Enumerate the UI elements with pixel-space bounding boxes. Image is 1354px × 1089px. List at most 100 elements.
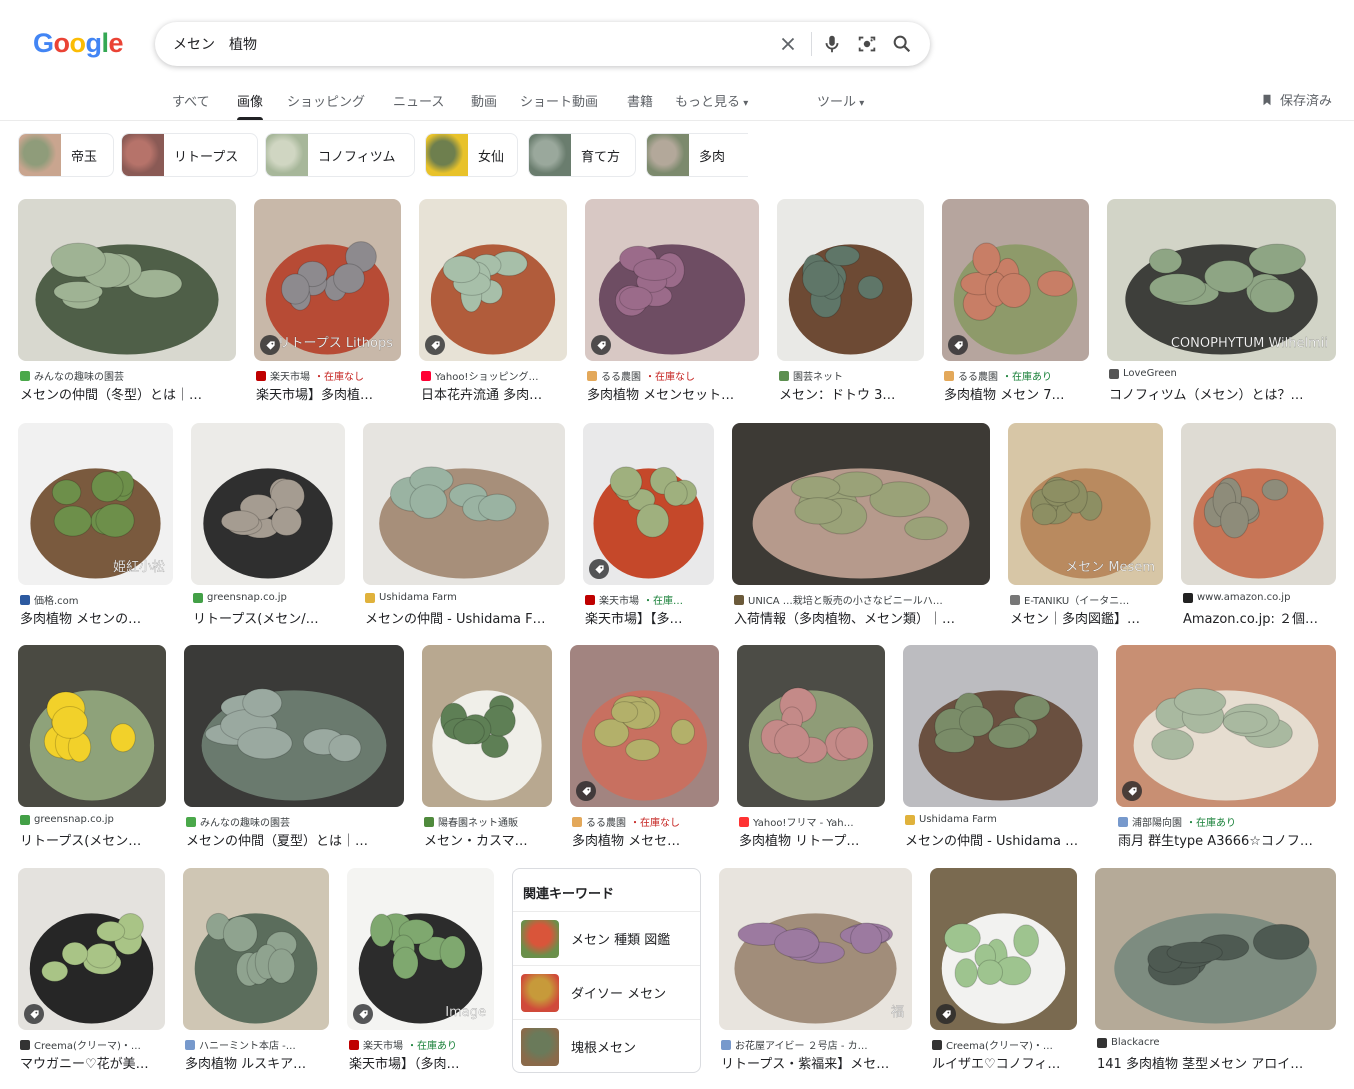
- image-result-thumbnail[interactable]: [419, 199, 567, 361]
- result-title[interactable]: 楽天市場】【多…: [585, 608, 716, 627]
- chip-0[interactable]: 帝玉: [18, 133, 114, 177]
- result-source[interactable]: 園芸ネット: [779, 368, 926, 383]
- image-result-card[interactable]: Blackacre 141 多肉植物 茎型メセン アロイ…: [1095, 868, 1336, 1072]
- result-title[interactable]: 多肉植物 メセンセット…: [587, 384, 761, 403]
- image-result-thumbnail[interactable]: [1181, 423, 1336, 585]
- chip-3[interactable]: 女仙: [425, 133, 518, 177]
- result-title[interactable]: 多肉植物 メセセ…: [572, 830, 721, 849]
- image-result-card[interactable]: 姫紅小松 価格.com 多肉植物 メセンの…: [18, 423, 173, 627]
- image-result-card[interactable]: Ushidama Farm メセンの仲間 - Ushidama …: [903, 645, 1098, 849]
- result-source[interactable]: Yahoo!ショッピング…: [421, 368, 569, 383]
- image-result-card[interactable]: るる農園 ・在庫なし 多肉植物 メセンセット…: [585, 199, 759, 403]
- image-result-card[interactable]: みんなの趣味の園芸 メセンの仲間（冬型）とは｜…: [18, 199, 236, 403]
- image-result-thumbnail[interactable]: [183, 868, 329, 1030]
- result-title[interactable]: ルイザエ♡コノフィ…: [932, 1053, 1079, 1072]
- image-result-thumbnail[interactable]: [18, 868, 165, 1030]
- result-title[interactable]: 多肉植物 メセンの…: [20, 608, 175, 627]
- microphone-icon[interactable]: [821, 33, 843, 55]
- result-title[interactable]: 入荷情報（多肉植物、メセン類）｜…: [734, 608, 992, 627]
- google-logo[interactable]: Google: [33, 28, 124, 59]
- result-source[interactable]: るる農園 ・在庫なし: [587, 368, 761, 383]
- image-result-card[interactable]: Ushidama Farm メセンの仲間 - Ushidama F…: [363, 423, 565, 627]
- result-source[interactable]: お花屋アイビー ２号店 - カ…: [721, 1037, 914, 1052]
- image-result-card[interactable]: リトープス Lithops 楽天市場 ・在庫なし 楽天市場】多肉植…: [254, 199, 401, 403]
- result-title[interactable]: 日本花卉流通 多肉…: [421, 384, 569, 403]
- related-keyword-item[interactable]: ダイソー メセン: [513, 965, 700, 1019]
- result-title[interactable]: メセンの仲間 - Ushidama F…: [365, 608, 567, 627]
- result-title[interactable]: 多肉植物 リトープ…: [739, 830, 887, 849]
- tab-8[interactable]: ツール ▾: [817, 91, 864, 110]
- result-title[interactable]: 楽天市場】（多肉…: [349, 1053, 496, 1072]
- image-result-card[interactable]: みんなの趣味の園芸 メセンの仲間（夏型）とは｜…: [184, 645, 404, 849]
- image-result-card[interactable]: greensnap.co.jp リトープス(メセン…: [18, 645, 166, 849]
- image-result-card[interactable]: 陽春園ネット通販 メセン・カスマ…: [422, 645, 552, 849]
- image-result-thumbnail[interactable]: [930, 868, 1077, 1030]
- image-result-card[interactable]: UNICA …栽培と販売の小さなビニールハ… 入荷情報（多肉植物、メセン類）｜…: [732, 423, 990, 627]
- tab-5[interactable]: ショート動画: [520, 91, 598, 110]
- image-result-card[interactable]: CONOPHYTUM Wilhelmii LoveGreen コノフィツム（メセン）…: [1107, 199, 1336, 403]
- image-result-thumbnail[interactable]: リトープス Lithops: [254, 199, 401, 361]
- image-result-card[interactable]: Yahoo!フリマ - Yah… 多肉植物 リトープ…: [737, 645, 885, 849]
- image-result-thumbnail[interactable]: [422, 645, 552, 807]
- image-result-card[interactable]: 浦部陽向園 ・在庫あり 雨月 群生type A3666☆コノフ…: [1116, 645, 1336, 849]
- result-title[interactable]: メセン｜多肉図鑑】…: [1010, 608, 1165, 627]
- image-result-thumbnail[interactable]: [1095, 868, 1336, 1030]
- tab-1[interactable]: 画像: [237, 91, 264, 120]
- image-result-thumbnail[interactable]: [184, 645, 404, 807]
- result-title[interactable]: マウガニー♡花が美…: [20, 1053, 167, 1072]
- result-title[interactable]: 雨月 群生type A3666☆コノフ…: [1118, 830, 1338, 849]
- result-source[interactable]: greensnap.co.jp: [193, 592, 347, 603]
- image-result-thumbnail[interactable]: 福: [719, 868, 912, 1030]
- search-input[interactable]: [173, 22, 753, 66]
- tab-0[interactable]: すべて: [172, 91, 210, 110]
- image-result-thumbnail[interactable]: [363, 423, 565, 585]
- image-result-card[interactable]: Yahoo!ショッピング… 日本花卉流通 多肉…: [419, 199, 567, 403]
- related-keyword-item[interactable]: メセン 種類 図鑑: [513, 911, 700, 965]
- image-result-thumbnail[interactable]: Image: [347, 868, 494, 1030]
- result-title[interactable]: リトープス・紫福来】メセ…: [721, 1053, 914, 1072]
- image-result-card[interactable]: メセン Mesem E-TANIKU（イータニ… メセン｜多肉図鑑】…: [1008, 423, 1163, 627]
- result-source[interactable]: Ushidama Farm: [365, 592, 567, 603]
- result-title[interactable]: リトープス(メセン…: [20, 830, 168, 849]
- image-result-thumbnail[interactable]: [732, 423, 990, 585]
- result-source[interactable]: 楽天市場 ・在庫…: [585, 592, 716, 607]
- image-result-card[interactable]: 園芸ネット メセン：ドトウ 3…: [777, 199, 924, 403]
- clear-icon[interactable]: [777, 33, 799, 55]
- result-source[interactable]: 陽春園ネット通販: [424, 814, 554, 829]
- tab-7[interactable]: もっと見る ▾: [675, 91, 748, 110]
- chip-4[interactable]: 育て方: [528, 133, 636, 177]
- result-title[interactable]: 多肉植物 ルスキア…: [185, 1053, 331, 1072]
- image-result-thumbnail[interactable]: [18, 645, 166, 807]
- image-result-thumbnail[interactable]: [1116, 645, 1336, 807]
- chip-2[interactable]: コノフィツム: [265, 133, 415, 177]
- result-title[interactable]: Amazon.co.jp: ２個…: [1183, 608, 1338, 627]
- image-result-card[interactable]: るる農園 ・在庫あり 多肉植物 メセン 7…: [942, 199, 1089, 403]
- image-result-card[interactable]: るる農園 ・在庫なし 多肉植物 メセセ…: [570, 645, 719, 849]
- search-icon[interactable]: [891, 33, 913, 55]
- result-source[interactable]: るる農園 ・在庫あり: [944, 368, 1091, 383]
- result-title[interactable]: 141 多肉植物 茎型メセン アロイ…: [1097, 1053, 1338, 1072]
- image-result-thumbnail[interactable]: [191, 423, 345, 585]
- image-result-thumbnail[interactable]: [777, 199, 924, 361]
- tab-4[interactable]: 動画: [471, 91, 497, 110]
- result-source[interactable]: 浦部陽向園 ・在庫あり: [1118, 814, 1338, 829]
- result-source[interactable]: 楽天市場 ・在庫あり: [349, 1037, 496, 1052]
- result-source[interactable]: Creema(クリーマ)・…: [20, 1037, 167, 1052]
- image-result-card[interactable]: 福お花屋アイビー ２号店 - カ… リトープス・紫福来】メセ…: [719, 868, 912, 1072]
- result-source[interactable]: E-TANIKU（イータニ…: [1010, 592, 1165, 607]
- result-title[interactable]: メセン・カスマ…: [424, 830, 554, 849]
- saved-button[interactable]: 保存済み: [1260, 90, 1332, 109]
- result-title[interactable]: メセンの仲間（夏型）とは｜…: [186, 830, 406, 849]
- lens-camera-icon[interactable]: [856, 33, 878, 55]
- tab-2[interactable]: ショッピング: [287, 91, 365, 110]
- result-source[interactable]: Creema(クリーマ)・…: [932, 1037, 1079, 1052]
- image-result-card[interactable]: Creema(クリーマ)・… マウガニー♡花が美…: [18, 868, 165, 1072]
- result-title[interactable]: メセンの仲間（冬型）とは｜…: [20, 384, 238, 403]
- result-source[interactable]: みんなの趣味の園芸: [20, 368, 238, 383]
- image-result-card[interactable]: ハニーミント本店 -… 多肉植物 ルスキア…: [183, 868, 329, 1072]
- chip-5[interactable]: 多肉: [646, 133, 748, 177]
- related-keyword-item[interactable]: 塊根メセン: [513, 1019, 700, 1072]
- image-result-thumbnail[interactable]: [903, 645, 1098, 807]
- image-result-card[interactable]: Creema(クリーマ)・… ルイザエ♡コノフィ…: [930, 868, 1077, 1072]
- result-title[interactable]: メセン：ドトウ 3…: [779, 384, 926, 403]
